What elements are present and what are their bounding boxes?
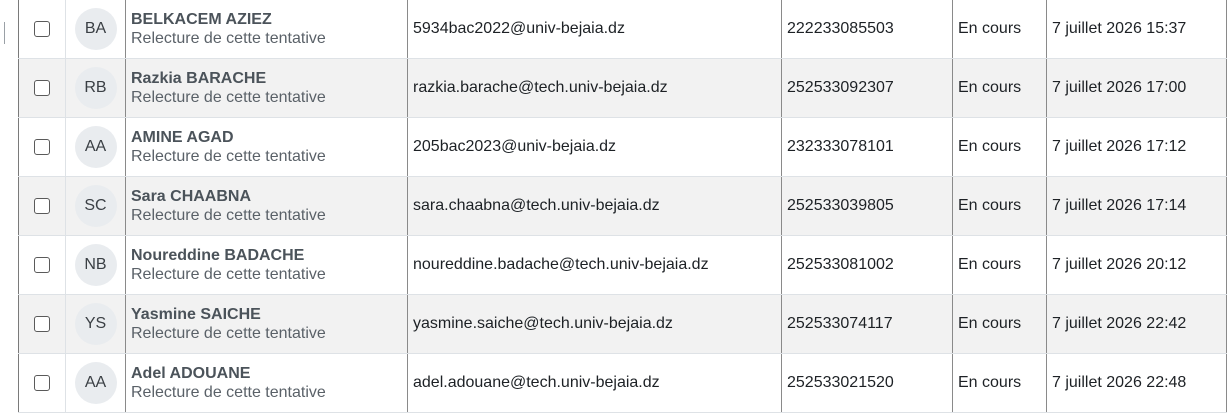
email-cell: adel.adouane@tech.univ-bejaia.dz xyxy=(407,354,781,412)
avatar[interactable]: YS xyxy=(74,303,117,345)
review-attempt-link[interactable]: Relecture de cette tentative xyxy=(131,383,326,402)
status-cell: En cours xyxy=(952,354,1046,412)
table-row: YS Yasmine SAICHE Relecture de cette ten… xyxy=(18,295,1227,354)
row-checkbox[interactable] xyxy=(34,316,50,332)
started-date-cell: 7 juillet 2026 17:00 xyxy=(1046,59,1227,117)
name-cell: BELKACEM AZIEZ Relecture de cette tentat… xyxy=(125,0,407,58)
email-cell: yasmine.saiche@tech.univ-bejaia.dz xyxy=(407,295,781,353)
avatar-cell: BA xyxy=(65,0,125,58)
id-number-cell: 252533081002 xyxy=(781,236,952,294)
table-row: AA AMINE AGAD Relecture de cette tentati… xyxy=(18,118,1227,177)
email-cell: noureddine.badache@tech.univ-bejaia.dz xyxy=(407,236,781,294)
avatar-cell: YS xyxy=(65,295,125,353)
avatar-cell: NB xyxy=(65,236,125,294)
status-cell: En cours xyxy=(952,59,1046,117)
attempts-table: BA BELKACEM AZIEZ Relecture de cette ten… xyxy=(18,0,1227,413)
review-attempt-link[interactable]: Relecture de cette tentative xyxy=(131,29,326,48)
left-edge-divider xyxy=(0,22,5,44)
row-checkbox[interactable] xyxy=(34,198,50,214)
email-cell: sara.chaabna@tech.univ-bejaia.dz xyxy=(407,177,781,235)
email-cell: razkia.barache@tech.univ-bejaia.dz xyxy=(407,59,781,117)
review-attempt-link[interactable]: Relecture de cette tentative xyxy=(131,147,326,166)
name-cell: Razkia BARACHE Relecture de cette tentat… xyxy=(125,59,407,117)
table-row: NB Noureddine BADACHE Relecture de cette… xyxy=(18,236,1227,295)
select-cell xyxy=(18,295,65,353)
table-row: RB Razkia BARACHE Relecture de cette ten… xyxy=(18,59,1227,118)
status-cell: En cours xyxy=(952,0,1046,58)
started-date-cell: 7 juillet 2026 22:42 xyxy=(1046,295,1227,353)
user-name-link[interactable]: Yasmine SAICHE xyxy=(131,305,261,324)
id-number-cell: 222233085503 xyxy=(781,0,952,58)
name-cell: Sara CHAABNA Relecture de cette tentativ… xyxy=(125,177,407,235)
review-attempt-link[interactable]: Relecture de cette tentative xyxy=(131,324,326,343)
avatar[interactable]: BA xyxy=(74,8,117,50)
select-cell xyxy=(18,177,65,235)
select-cell xyxy=(18,118,65,176)
user-name-link[interactable]: Noureddine BADACHE xyxy=(131,246,304,265)
started-date-cell: 7 juillet 2026 20:12 xyxy=(1046,236,1227,294)
id-number-cell: 232333078101 xyxy=(781,118,952,176)
id-number-cell: 252533039805 xyxy=(781,177,952,235)
table-row: AA Adel ADOUANE Relecture de cette tenta… xyxy=(18,354,1227,413)
avatar-cell: AA xyxy=(65,118,125,176)
review-attempt-link[interactable]: Relecture de cette tentative xyxy=(131,88,326,107)
table-row: SC Sara CHAABNA Relecture de cette tenta… xyxy=(18,177,1227,236)
avatar-cell: SC xyxy=(65,177,125,235)
select-cell xyxy=(18,59,65,117)
status-cell: En cours xyxy=(952,118,1046,176)
started-date-cell: 7 juillet 2026 17:12 xyxy=(1046,118,1227,176)
table-row: BA BELKACEM AZIEZ Relecture de cette ten… xyxy=(18,0,1227,59)
avatar[interactable]: NB xyxy=(74,244,117,286)
select-cell xyxy=(18,0,65,58)
user-name-link[interactable]: Razkia BARACHE xyxy=(131,69,266,88)
user-name-link[interactable]: Sara CHAABNA xyxy=(131,187,251,206)
id-number-cell: 252533092307 xyxy=(781,59,952,117)
user-name-link[interactable]: AMINE AGAD xyxy=(131,128,234,147)
avatar[interactable]: SC xyxy=(74,185,117,227)
started-date-cell: 7 juillet 2026 17:14 xyxy=(1046,177,1227,235)
status-cell: En cours xyxy=(952,177,1046,235)
status-cell: En cours xyxy=(952,295,1046,353)
row-checkbox[interactable] xyxy=(34,375,50,391)
avatar[interactable]: AA xyxy=(74,126,117,168)
row-checkbox[interactable] xyxy=(34,139,50,155)
user-name-link[interactable]: BELKACEM AZIEZ xyxy=(131,10,272,29)
user-name-link[interactable]: Adel ADOUANE xyxy=(131,364,250,383)
started-date-cell: 7 juillet 2026 15:37 xyxy=(1046,0,1227,58)
status-cell: En cours xyxy=(952,236,1046,294)
name-cell: Yasmine SAICHE Relecture de cette tentat… xyxy=(125,295,407,353)
avatar-cell: RB xyxy=(65,59,125,117)
id-number-cell: 252533021520 xyxy=(781,354,952,412)
name-cell: Adel ADOUANE Relecture de cette tentativ… xyxy=(125,354,407,412)
email-cell: 205bac2023@univ-bejaia.dz xyxy=(407,118,781,176)
select-cell xyxy=(18,354,65,412)
review-attempt-link[interactable]: Relecture de cette tentative xyxy=(131,265,326,284)
row-checkbox[interactable] xyxy=(34,80,50,96)
row-checkbox[interactable] xyxy=(34,257,50,273)
started-date-cell: 7 juillet 2026 22:48 xyxy=(1046,354,1227,412)
review-attempt-link[interactable]: Relecture de cette tentative xyxy=(131,206,326,225)
name-cell: AMINE AGAD Relecture de cette tentative xyxy=(125,118,407,176)
avatar-cell: AA xyxy=(65,354,125,412)
name-cell: Noureddine BADACHE Relecture de cette te… xyxy=(125,236,407,294)
email-cell: 5934bac2022@univ-bejaia.dz xyxy=(407,0,781,58)
avatar[interactable]: AA xyxy=(74,362,117,404)
select-cell xyxy=(18,236,65,294)
id-number-cell: 252533074117 xyxy=(781,295,952,353)
avatar[interactable]: RB xyxy=(74,67,117,109)
row-checkbox[interactable] xyxy=(34,21,50,37)
